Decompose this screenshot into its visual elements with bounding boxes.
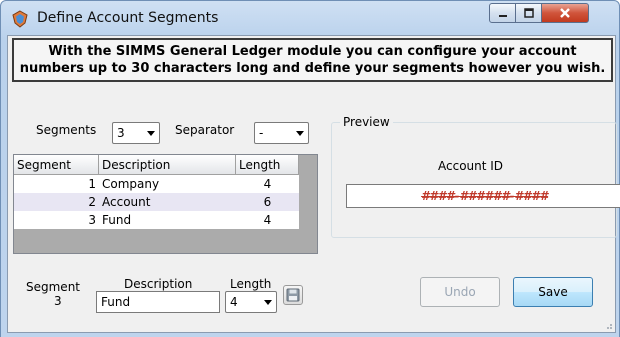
resize-grip-icon[interactable] <box>603 320 613 330</box>
separator-combo[interactable]: - <box>254 122 309 144</box>
cell-length: 4 <box>263 177 272 191</box>
chevron-down-icon <box>147 131 155 136</box>
length-label: Length <box>230 277 272 291</box>
grid-header: Segment Description Length <box>14 155 299 175</box>
account-id-preview: ####-######-#### <box>346 184 620 208</box>
minimize-button[interactable] <box>489 3 516 23</box>
segment-number: 3 <box>54 294 62 308</box>
account-id-label: Account ID <box>438 159 504 173</box>
window-bottom-border <box>1 333 619 337</box>
length-value: 4 <box>230 295 238 309</box>
info-banner: With the SIMMS General Ledger module you… <box>12 38 613 82</box>
column-header-description[interactable]: Description <box>99 155 236 175</box>
cell-length: 4 <box>263 213 272 227</box>
maximize-icon <box>523 8 534 18</box>
cell-segment: 3 <box>88 213 96 227</box>
segment-label: Segment <box>26 280 80 294</box>
window-title: Define Account Segments <box>37 10 219 26</box>
description-field[interactable] <box>97 292 219 312</box>
segments-label: Segments <box>36 123 97 137</box>
account-mask: ####-######-#### <box>421 189 548 203</box>
close-button[interactable] <box>541 3 589 23</box>
maximize-button[interactable] <box>515 3 542 23</box>
preview-group: Preview <box>331 115 617 238</box>
shield-app-icon <box>12 10 28 28</box>
table-row[interactable]: 1 Company 4 <box>14 175 299 193</box>
description-input[interactable] <box>96 291 220 313</box>
window: Define Account Segments With the SIMMS G… <box>0 0 620 337</box>
banner-text: With the SIMMS General Ledger module you… <box>19 44 606 76</box>
table-row[interactable]: 3 Fund 4 <box>14 211 299 229</box>
cell-description: Fund <box>102 213 132 227</box>
cell-length: 6 <box>263 195 272 209</box>
save-button[interactable]: Save <box>513 277 593 307</box>
segments-value: 3 <box>117 126 125 140</box>
dialog-body: With the SIMMS General Ledger module you… <box>7 35 620 333</box>
length-combo[interactable]: 4 <box>225 291 277 313</box>
minimize-icon <box>498 15 507 17</box>
chevron-down-icon <box>264 300 272 305</box>
cell-segment: 2 <box>88 195 96 209</box>
table-row[interactable]: 2 Account 6 <box>14 193 299 211</box>
description-label: Description <box>124 277 193 291</box>
close-icon <box>560 8 570 18</box>
save-segment-button[interactable] <box>283 285 303 305</box>
chevron-down-icon <box>296 131 304 136</box>
segments-combo[interactable]: 3 <box>112 122 160 144</box>
title-bar[interactable]: Define Account Segments <box>1 1 619 35</box>
column-header-segment[interactable]: Segment <box>14 155 99 175</box>
separator-label: Separator <box>175 123 235 137</box>
cell-description: Company <box>102 177 160 191</box>
cell-segment: 1 <box>88 177 96 191</box>
segments-grid[interactable]: Segment Description Length 1 Company 4 2… <box>13 154 318 254</box>
preview-legend: Preview <box>340 115 393 129</box>
undo-button[interactable]: Undo <box>420 277 500 307</box>
separator-value: - <box>259 126 264 140</box>
cell-description: Account <box>102 195 151 209</box>
floppy-disk-icon <box>286 288 300 302</box>
column-header-length[interactable]: Length <box>236 155 299 175</box>
